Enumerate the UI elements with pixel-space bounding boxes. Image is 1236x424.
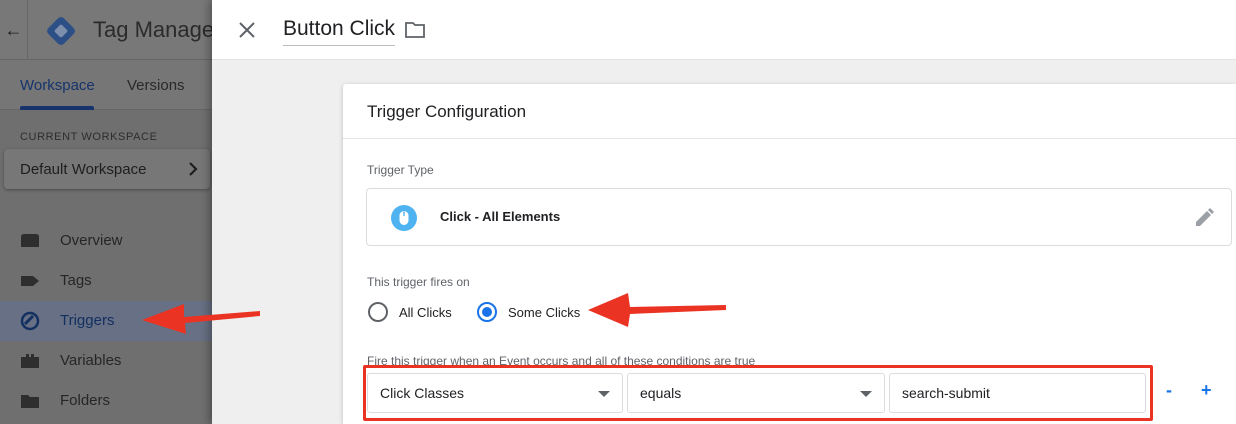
radio-button-selected[interactable] bbox=[477, 302, 497, 322]
annotation-arrow-icon bbox=[142, 304, 260, 334]
fires-on-label: This trigger fires on bbox=[367, 275, 470, 289]
trigger-type-label: Trigger Type bbox=[367, 163, 434, 177]
sidebar-item-overview[interactable]: Overview bbox=[0, 221, 212, 261]
chevron-right-icon bbox=[189, 162, 198, 176]
panel-header: Button Click bbox=[212, 0, 1236, 60]
sidebar-item-label: Overview bbox=[60, 232, 123, 249]
card-title: Trigger Configuration bbox=[367, 102, 527, 121]
tab-versions[interactable]: Versions bbox=[127, 77, 185, 94]
radio-label: Some Clicks bbox=[508, 304, 581, 320]
tag-icon bbox=[21, 276, 39, 286]
app-header: ← Tag Manager bbox=[0, 0, 221, 60]
divider bbox=[343, 138, 1236, 139]
active-tab-indicator bbox=[20, 106, 94, 110]
sidebar-item-tags[interactable]: Tags bbox=[0, 261, 212, 301]
trigger-type-name: Click - All Elements bbox=[440, 209, 561, 224]
trigger-type-selector[interactable]: Click - All Elements bbox=[366, 188, 1232, 246]
workspace-selector[interactable]: Default Workspace bbox=[4, 149, 210, 189]
trigger-icon bbox=[20, 311, 40, 331]
back-button[interactable]: ← bbox=[0, 0, 28, 60]
variables-icon bbox=[21, 354, 39, 368]
folder-outline-icon[interactable] bbox=[404, 19, 426, 41]
trigger-configuration-card: Trigger Configuration Trigger Type Click… bbox=[343, 84, 1236, 424]
current-workspace-label: CURRENT WORKSPACE bbox=[20, 131, 158, 143]
gtm-diamond-icon bbox=[47, 17, 75, 45]
workspace-name: Default Workspace bbox=[20, 161, 147, 178]
sidebar-item-label: Tags bbox=[60, 272, 92, 289]
mouse-icon bbox=[391, 205, 417, 231]
folder-icon bbox=[21, 395, 39, 408]
radio-button[interactable] bbox=[368, 302, 388, 322]
sidebar-item-variables[interactable]: Variables bbox=[0, 341, 212, 381]
sidebar-item-label: Folders bbox=[60, 392, 111, 409]
close-icon[interactable] bbox=[236, 19, 258, 41]
left-navigation-pane: ← Tag Manager Workspace Versions CURRENT… bbox=[0, 0, 221, 424]
sidebar-item-label: Variables bbox=[60, 352, 122, 369]
annotation-highlight-box bbox=[363, 365, 1153, 421]
trigger-editor-panel: Button Click Trigger Configuration Trigg… bbox=[212, 0, 1236, 424]
trigger-name-field[interactable]: Button Click bbox=[283, 17, 396, 46]
arrow-left-icon: ← bbox=[4, 19, 23, 40]
radio-all-clicks[interactable]: All Clicks bbox=[368, 301, 452, 323]
radio-some-clicks[interactable]: Some Clicks bbox=[477, 301, 580, 323]
workspace-tabs: Workspace Versions bbox=[0, 60, 212, 110]
pencil-icon[interactable] bbox=[1193, 207, 1215, 229]
sidebar-item-label: Triggers bbox=[60, 312, 115, 329]
annotation-arrow-icon bbox=[588, 293, 726, 327]
add-condition-button[interactable]: + bbox=[1201, 380, 1212, 401]
sidebar-item-folders[interactable]: Folders bbox=[0, 381, 212, 421]
tab-workspace[interactable]: Workspace bbox=[20, 77, 95, 94]
remove-condition-button[interactable]: - bbox=[1166, 380, 1172, 401]
app-title: Tag Manager bbox=[93, 17, 222, 42]
radio-label: All Clicks bbox=[399, 304, 452, 320]
overview-icon bbox=[21, 234, 39, 247]
